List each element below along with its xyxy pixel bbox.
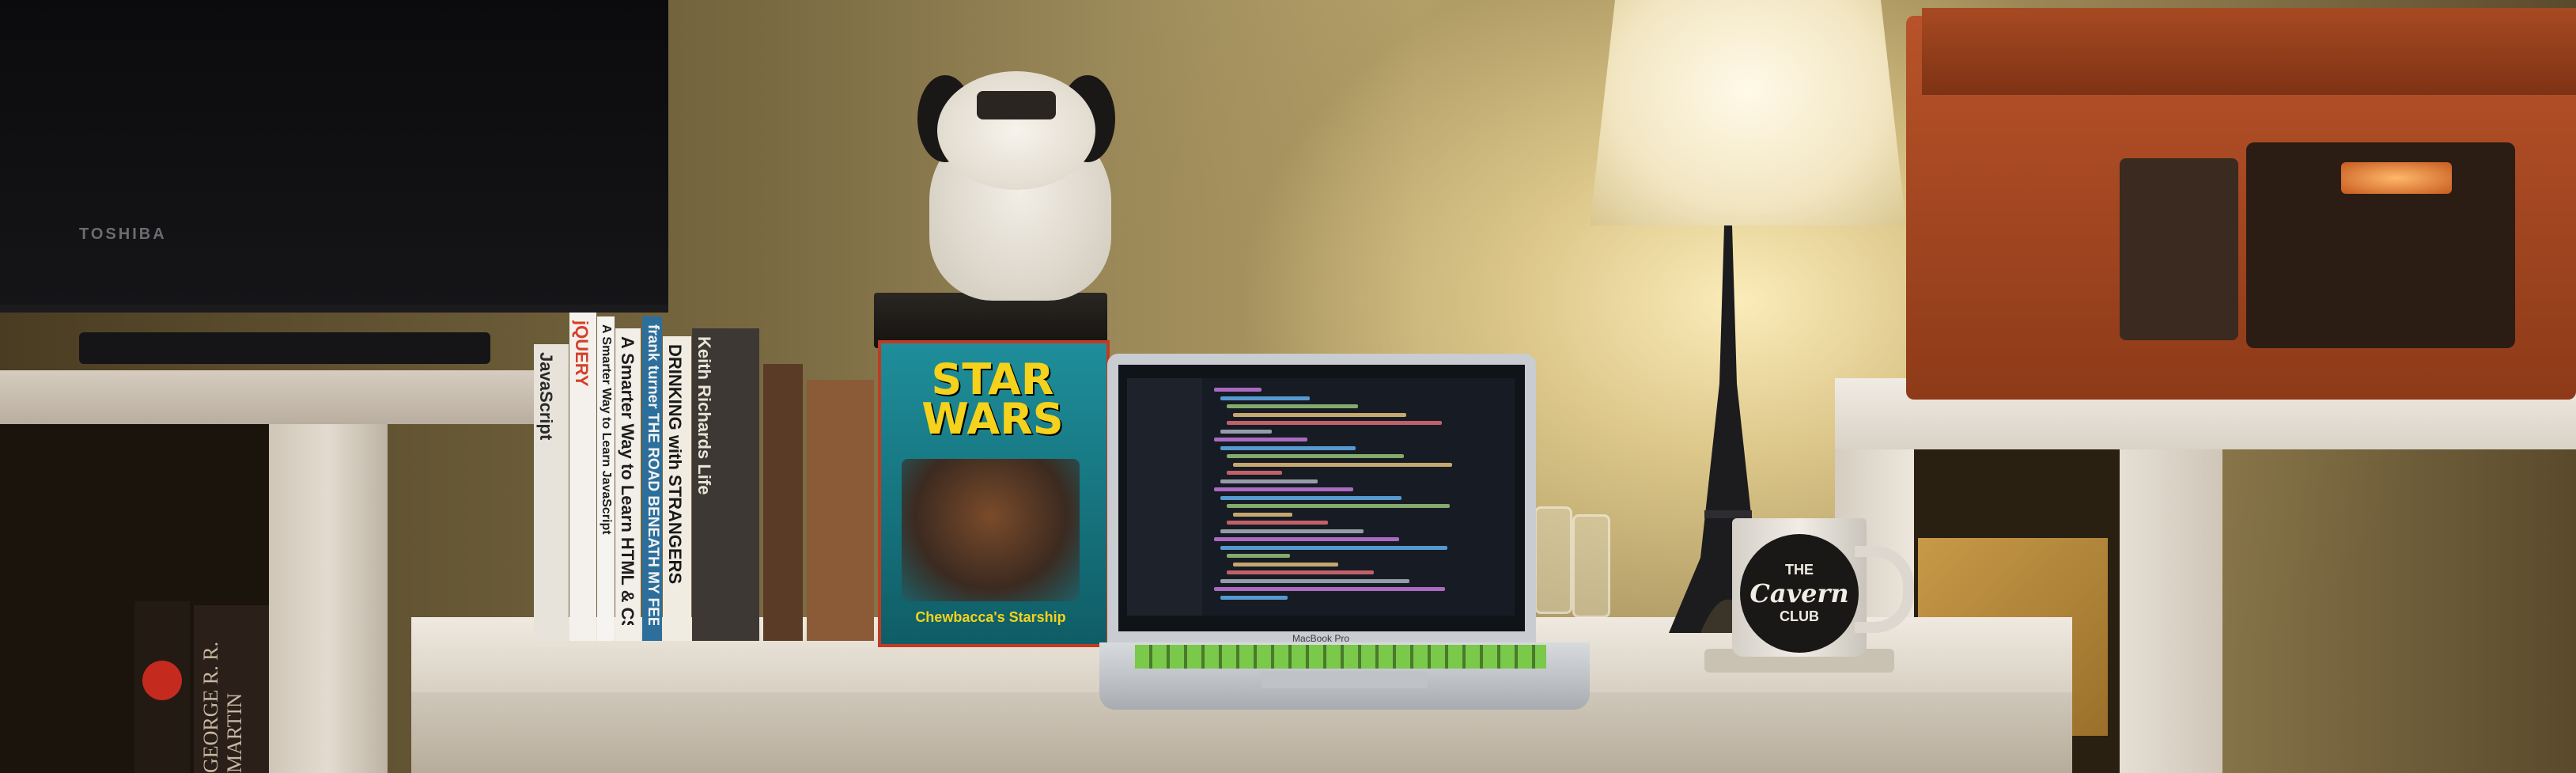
code-line bbox=[1220, 529, 1364, 533]
book-spine-title: frank turner THE ROAD BENEATH MY FEET bbox=[645, 324, 661, 625]
code-line bbox=[1227, 554, 1290, 558]
television bbox=[0, 0, 668, 313]
code-line bbox=[1227, 570, 1374, 574]
glass-jar bbox=[1572, 514, 1610, 618]
code-line bbox=[1214, 388, 1262, 392]
comic-footer: Chewbacca's Starship bbox=[915, 609, 1066, 625]
book-spine bbox=[763, 364, 803, 641]
book-spine-title: jQUERY bbox=[572, 320, 592, 387]
code-line bbox=[1214, 587, 1445, 591]
code-line bbox=[1214, 487, 1353, 491]
laptop-trackpad bbox=[1262, 671, 1428, 688]
book-spine-title: A Smarter Way to Learn HTML & CSS bbox=[618, 336, 637, 625]
code-line bbox=[1220, 578, 1409, 583]
shelf-left-top bbox=[0, 370, 534, 424]
code-line bbox=[1214, 438, 1307, 441]
bottom-left-book-title: GEORGE R. R. MARTIN bbox=[199, 641, 246, 773]
code-line bbox=[1227, 471, 1282, 475]
code-line bbox=[1220, 479, 1318, 483]
book-spine-title: A Smarter Way to Learn JavaScript bbox=[600, 324, 613, 535]
glass-jar bbox=[1534, 506, 1572, 614]
code-line bbox=[1220, 429, 1272, 434]
book-spine-title: Keith Richards Life bbox=[694, 336, 714, 495]
laptop-keyboard bbox=[1135, 645, 1546, 669]
plush-toy-head bbox=[937, 71, 1095, 190]
code-line bbox=[1233, 562, 1338, 566]
code-line bbox=[1220, 545, 1447, 550]
mug-logo: THE Cavern CLUB bbox=[1740, 534, 1859, 653]
code-line bbox=[1227, 521, 1328, 525]
tv-stand bbox=[79, 332, 490, 364]
tongue-logo-icon bbox=[142, 661, 182, 700]
shelf-right-leg bbox=[2120, 449, 2222, 773]
code-line bbox=[1227, 504, 1450, 508]
code-line bbox=[1220, 595, 1288, 600]
mug-logo-line: Cavern bbox=[1749, 578, 1849, 608]
code-line bbox=[1227, 404, 1358, 408]
code-line bbox=[1220, 495, 1401, 500]
book-spine-title: DRINKING with STRANGERS bbox=[665, 344, 685, 585]
record-player-dial bbox=[2341, 162, 2452, 194]
code-line bbox=[1233, 512, 1292, 517]
record-player-lid bbox=[1922, 8, 2576, 95]
code-line bbox=[1220, 396, 1310, 400]
code-line bbox=[1233, 462, 1452, 467]
mug-logo-line: THE bbox=[1785, 562, 1814, 578]
code-line bbox=[1233, 412, 1406, 417]
lamp-shade bbox=[1590, 0, 1906, 225]
code-editor bbox=[1127, 378, 1515, 616]
editor-sidebar bbox=[1127, 378, 1202, 616]
record-player-speaker bbox=[2120, 158, 2238, 340]
book-spine-title: JavaScript bbox=[536, 352, 556, 441]
mug-logo-line: CLUB bbox=[1780, 608, 1819, 624]
comic-artwork bbox=[902, 459, 1080, 601]
laptop-brand: MacBook Pro bbox=[1292, 633, 1350, 644]
comic-logo: STAR WARS bbox=[921, 354, 1064, 444]
tv-brand-label: TOSHIBA bbox=[79, 225, 167, 243]
code-line bbox=[1227, 421, 1442, 425]
book-spine bbox=[807, 380, 874, 641]
code-line bbox=[1227, 454, 1404, 458]
code-line bbox=[1214, 537, 1399, 541]
shelf-left-leg bbox=[269, 424, 388, 773]
plush-toy-glasses bbox=[977, 91, 1056, 119]
code-line bbox=[1220, 445, 1356, 450]
